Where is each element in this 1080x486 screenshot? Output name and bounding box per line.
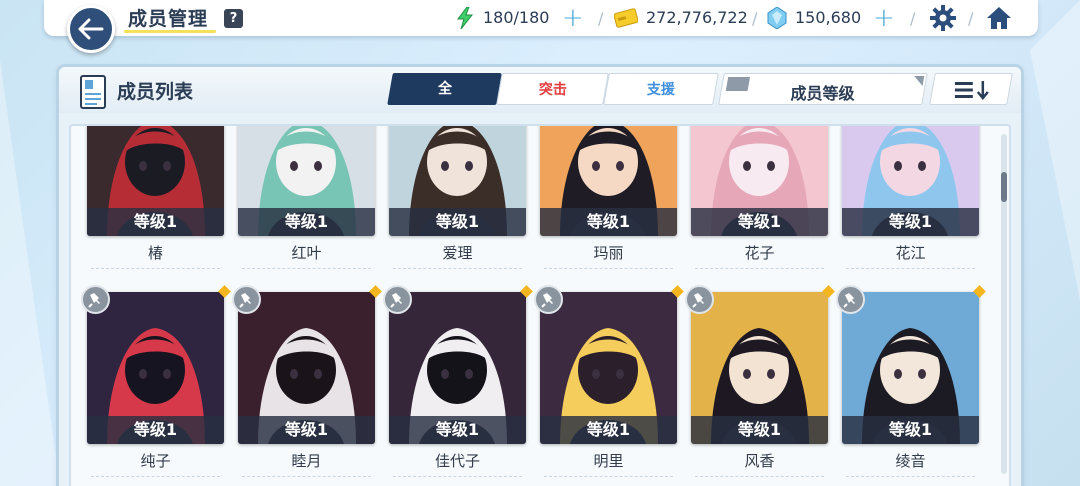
tab-striker-label: 突击: [538, 82, 567, 98]
add-ap-button[interactable]: +: [562, 3, 584, 33]
member-list-panel: 成员列表 全 突击 支援 成员等级 等级1 椿等级1 红叶 等级1 爱理 等级1 玛丽 等级1…: [59, 67, 1021, 486]
pyroxene-gem-icon: [767, 7, 787, 29]
pin-icon[interactable]: [232, 285, 261, 314]
member-portrait: 等级1: [238, 126, 375, 236]
back-arrow-icon: [78, 18, 104, 40]
page-title: 成员管理: [128, 8, 209, 30]
name-divider: [91, 268, 220, 269]
name-divider: [846, 268, 975, 269]
name-divider: [393, 268, 522, 269]
separator: /: [752, 9, 758, 28]
member-grid[interactable]: 等级1 椿等级1 红叶 等级1 爱理 等级1 玛丽 等级1 花子 等级1 花江 等级1 纯子 等级1 睦月等…: [69, 124, 1011, 486]
name-divider: [544, 268, 673, 269]
help-button[interactable]: ?: [224, 9, 243, 28]
level-label: 等级1: [87, 208, 224, 236]
title-underline: [124, 30, 216, 33]
member-name: 花江: [895, 244, 926, 262]
separator: /: [910, 9, 916, 28]
name-divider: [846, 476, 975, 477]
member-portrait: 等级1: [238, 292, 375, 444]
scrollbar-thumb[interactable]: [1001, 172, 1007, 202]
name-divider: [544, 476, 673, 477]
level-label: 等级1: [540, 416, 677, 444]
separator: /: [598, 9, 604, 28]
member-portrait: 等级1: [691, 292, 828, 444]
member-name: 明里: [593, 452, 624, 470]
sort-dropdown[interactable]: 成员等级: [718, 73, 928, 105]
pin-icon[interactable]: [534, 285, 563, 314]
member-portrait: 等级1: [87, 126, 224, 236]
member-portrait: 等级1: [389, 292, 526, 444]
name-divider: [242, 476, 371, 477]
level-label: 等级1: [389, 208, 526, 236]
name-divider: [91, 476, 220, 477]
member-name: 爱理: [442, 244, 473, 262]
pin-icon[interactable]: [81, 285, 110, 314]
name-divider: [695, 268, 824, 269]
member-name: 睦月: [291, 452, 322, 470]
name-divider: [695, 476, 824, 477]
credits-value: 272,776,722: [646, 8, 748, 27]
member-portrait: 等级1: [540, 292, 677, 444]
member-name: 风香: [744, 452, 775, 470]
level-label: 等级1: [238, 208, 375, 236]
sort-order-icon: [954, 81, 989, 100]
level-label: 等级1: [87, 416, 224, 444]
level-label: 等级1: [842, 208, 979, 236]
pin-icon[interactable]: [836, 285, 865, 314]
tab-striker[interactable]: 突击: [496, 73, 609, 105]
member-name: 红叶: [291, 244, 322, 262]
panel-header: 成员列表 全 突击 支援 成员等级: [59, 67, 1021, 113]
ap-value: 180/180: [483, 8, 550, 27]
student-card-icon: [80, 75, 106, 109]
member-name: 花子: [744, 244, 775, 262]
level-label: 等级1: [691, 416, 828, 444]
lightning-icon: [457, 7, 474, 29]
back-button[interactable]: [67, 5, 115, 53]
add-pyroxene-button[interactable]: +: [873, 3, 895, 33]
tab-special-label: 支援: [646, 82, 675, 98]
tab-all-label: 全: [437, 81, 452, 97]
member-portrait: 等级1: [691, 126, 828, 236]
level-label: 等级1: [691, 208, 828, 236]
level-label: 等级1: [238, 416, 375, 444]
name-divider: [242, 268, 371, 269]
member-portrait: 等级1: [842, 126, 979, 236]
home-icon[interactable]: [985, 5, 1013, 31]
member-name: 纯子: [140, 452, 171, 470]
credit-card-icon: [614, 8, 638, 28]
level-label: 等级1: [842, 416, 979, 444]
level-label: 等级1: [540, 208, 677, 236]
member-portrait: 等级1: [842, 292, 979, 444]
separator: /: [968, 9, 974, 28]
tab-special[interactable]: 支援: [603, 73, 719, 105]
pin-icon[interactable]: [383, 285, 412, 314]
member-name: 椿: [147, 244, 163, 262]
member-name: 绫音: [895, 452, 926, 470]
member-name: 玛丽: [593, 244, 624, 262]
sort-label: 成员等级: [790, 84, 855, 103]
gear-icon[interactable]: [930, 5, 956, 31]
name-divider: [393, 476, 522, 477]
member-name: 佳代子: [434, 452, 480, 470]
member-portrait: 等级1: [389, 126, 526, 236]
member-portrait: 等级1: [540, 126, 677, 236]
level-label: 等级1: [389, 416, 526, 444]
member-portrait: 等级1: [87, 292, 224, 444]
panel-title: 成员列表: [117, 81, 194, 103]
pyroxene-value: 150,680: [795, 8, 862, 27]
sort-order-button[interactable]: [929, 73, 1013, 105]
pin-icon[interactable]: [685, 285, 714, 314]
tab-all[interactable]: 全: [387, 73, 502, 105]
